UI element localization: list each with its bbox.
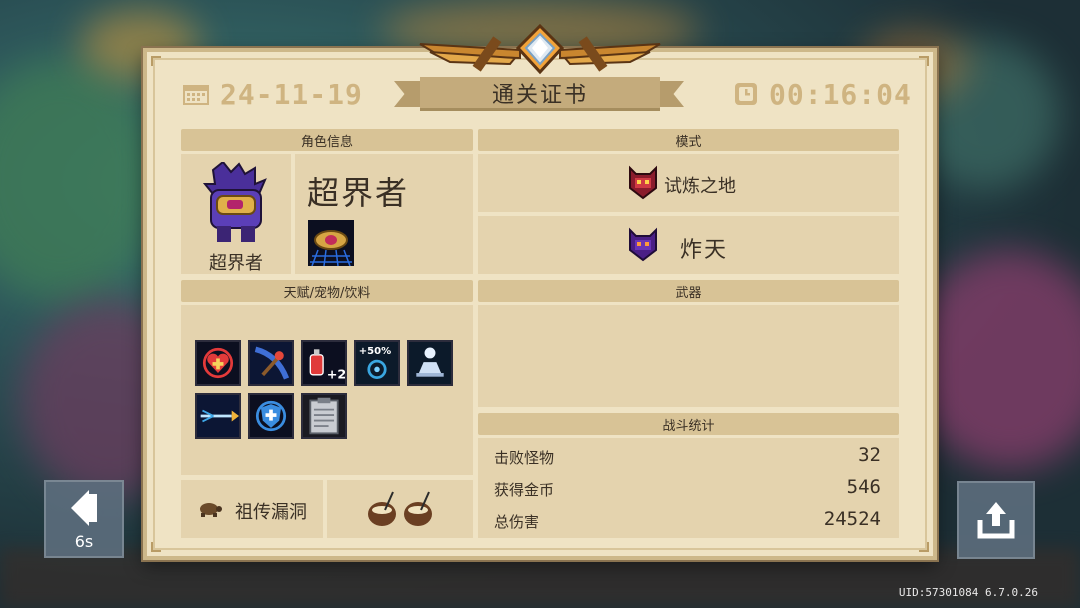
clear-time: 00:16:04 <box>733 77 912 111</box>
turtle-pet-icon <box>200 503 222 517</box>
pet-label: 祖传漏洞 <box>235 502 307 523</box>
coconut-drink-icon <box>404 491 432 526</box>
stat-value: 546 <box>846 476 881 498</box>
fire-arrow-icon[interactable] <box>195 393 241 439</box>
stat-value: 32 <box>858 444 881 466</box>
meditation-icon[interactable] <box>407 340 453 386</box>
notebook-icon[interactable] <box>301 393 347 439</box>
difficulty-panel: 炸天 <box>478 216 899 274</box>
share-button[interactable] <box>957 481 1035 559</box>
character-info-header: 角色信息 <box>181 129 473 151</box>
plus-fifty-percent-icon[interactable]: +50% <box>354 340 400 386</box>
stat-label: 击败怪物 <box>494 449 555 467</box>
background-blur <box>0 60 160 300</box>
stat-label: 总伤害 <box>494 513 540 531</box>
certificate-title-banner: 通关证书 <box>394 77 684 113</box>
stat-label: 获得金币 <box>494 481 555 499</box>
stat-value: 24524 <box>823 508 881 530</box>
demon-mode-icon <box>629 165 657 200</box>
difficulty-icon <box>629 227 657 262</box>
difficulty-name: 炸天 <box>680 238 729 263</box>
page-title: 通关证书 <box>420 77 660 111</box>
stats-header: 战斗统计 <box>478 413 899 435</box>
mode-name: 试炼之地 <box>664 176 736 197</box>
weapons-header: 武器 <box>478 280 899 302</box>
talents-panel: +2 +50% <box>181 305 473 475</box>
weapons-panel <box>478 305 899 407</box>
share-icon <box>977 502 1015 539</box>
character-portrait-panel: 超界者 <box>181 154 291 274</box>
meteor-staff-icon[interactable] <box>248 340 294 386</box>
mode-header: 模式 <box>478 129 899 151</box>
stats-panel: 击败怪物 32 获得金币 546 总伤害 24524 <box>478 438 899 538</box>
coconut-drink-icon <box>368 491 396 526</box>
corner-ornament <box>919 56 929 66</box>
corner-ornament <box>151 542 161 552</box>
potion-plus-two-icon[interactable]: +2 <box>301 340 347 386</box>
shield-plus-icon[interactable] <box>248 393 294 439</box>
corner-ornament <box>151 56 161 66</box>
talents-header: 天赋/宠物/饮料 <box>181 280 473 302</box>
fifty-percent-badge: +50% <box>359 346 391 357</box>
pet-panel: 祖传漏洞 <box>181 480 323 538</box>
date-text: 24-11-19 <box>220 77 363 111</box>
back-arrow-icon <box>71 489 97 526</box>
calendar-icon <box>183 85 209 105</box>
drink-panel <box>327 480 473 538</box>
character-portrait-icon <box>202 162 267 242</box>
time-text: 00:16:04 <box>769 77 912 111</box>
portrait-caption: 超界者 <box>209 253 263 274</box>
character-skill-icon[interactable] <box>308 220 354 266</box>
corner-ornament <box>919 542 929 552</box>
back-countdown: 6s <box>74 531 94 551</box>
potion-badge: +2 <box>327 368 347 383</box>
winged-diamond-emblem-icon <box>419 23 661 75</box>
mode-panel: 试炼之地 <box>478 154 899 212</box>
back-button[interactable]: 6s <box>44 480 124 558</box>
character-name: 超界者 <box>307 174 410 212</box>
uid-version-text: UID:57301084 6.7.0.26 <box>898 586 1038 599</box>
clock-icon <box>735 83 757 105</box>
heart-plus-icon[interactable] <box>195 340 241 386</box>
clear-date: 24-11-19 <box>182 77 363 111</box>
character-detail-panel: 超界者 <box>295 154 473 274</box>
